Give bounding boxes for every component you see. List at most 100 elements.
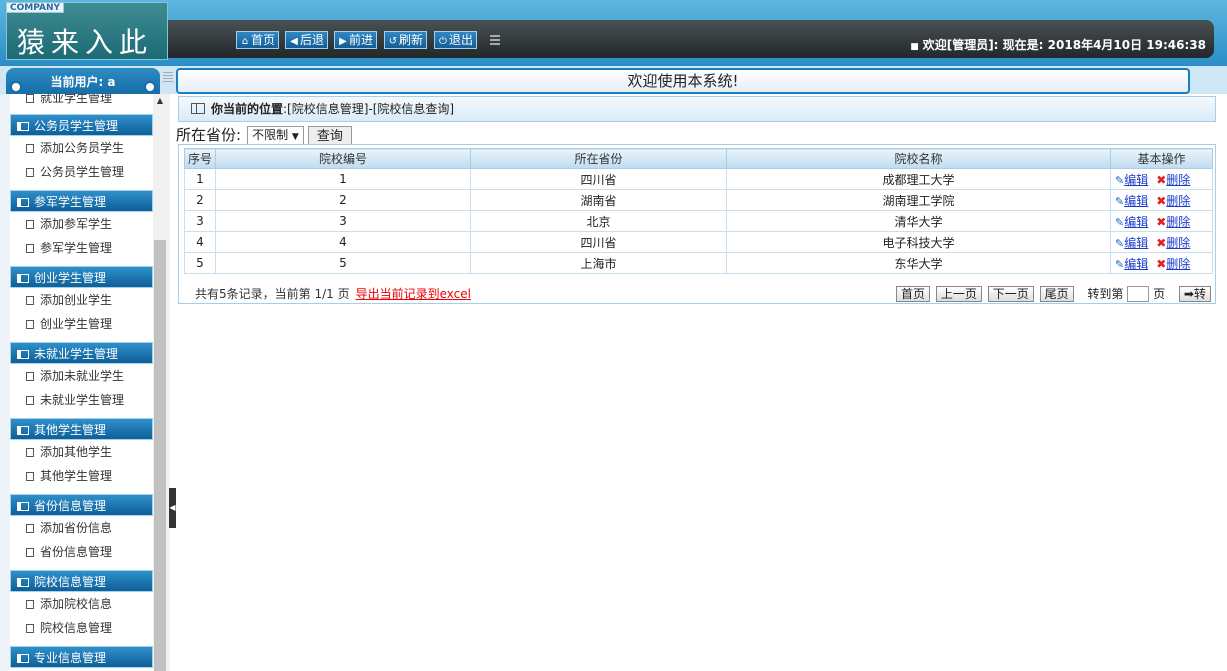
welcome-status: ■ 欢迎[管理员]: 现在是: 2018年4月10日 19:46:38 (910, 38, 1206, 52)
menu-group-province: 省份信息管理 添加省份信息 省份信息管理 (10, 494, 153, 564)
delete-x-icon: ✖ (1156, 172, 1167, 187)
row-actions: ✎编辑 ✖删除 (1110, 168, 1213, 190)
folder-icon (17, 274, 29, 283)
school-name: 清华大学 (726, 210, 1111, 232)
group-header[interactable]: 公务员学生管理 (10, 114, 153, 136)
knob-icon (144, 81, 156, 93)
sidebar-item[interactable]: 参军学生管理 (10, 236, 153, 260)
sidebar-item[interactable]: 添加公务员学生 (10, 136, 153, 160)
school-name: 东华大学 (726, 252, 1111, 274)
logo-text: 猿来入此 (17, 26, 154, 59)
pencil-icon: ✎ (1115, 215, 1125, 229)
group-header[interactable]: 创业学生管理 (10, 266, 153, 288)
column-header: 所在省份 (470, 148, 727, 169)
group-header[interactable]: 参军学生管理 (10, 190, 153, 212)
menu-group-civil-servant: 公务员学生管理 添加公务员学生 公务员学生管理 (10, 114, 153, 184)
row-actions: ✎编辑 ✖删除 (1110, 231, 1213, 253)
last-page-button[interactable]: 尾页 (1039, 286, 1074, 302)
next-page-button[interactable]: 下一页 (987, 286, 1034, 302)
province: 湖南省 (470, 189, 727, 211)
page-icon (26, 94, 34, 103)
sidebar-collapse-toggle[interactable]: ◀ (169, 488, 176, 528)
delete-x-icon: ✖ (1156, 214, 1167, 229)
edit-link[interactable]: 编辑 (1124, 194, 1148, 208)
edit-link[interactable]: 编辑 (1124, 173, 1148, 187)
row-index: 4 (184, 231, 216, 253)
province-select[interactable]: 不限制 ▼ (247, 126, 304, 145)
pencil-icon: ✎ (1115, 236, 1125, 250)
group-header[interactable]: 院校信息管理 (10, 570, 153, 592)
sidebar-item[interactable]: 省份信息管理 (10, 540, 153, 564)
column-header: 院校编号 (215, 148, 471, 169)
page-icon (26, 372, 34, 381)
menu-group-unemployed: 未就业学生管理 添加未就业学生 未就业学生管理 (10, 342, 153, 412)
delete-link[interactable]: 删除 (1166, 257, 1190, 271)
edit-link[interactable]: 编辑 (1124, 236, 1148, 250)
current-user-label: 当前用户: a (50, 75, 116, 89)
group-header[interactable]: 省份信息管理 (10, 494, 153, 516)
group-header[interactable]: 专业信息管理 (10, 646, 153, 668)
delete-x-icon: ✖ (1156, 256, 1167, 271)
province: 四川省 (470, 231, 727, 253)
back-arrow-icon: ◀ (290, 36, 298, 47)
nav-home-button[interactable]: ⌂ 首页 (236, 31, 280, 49)
current-datetime: 2018年4月10日 19:46:38 (1047, 38, 1206, 52)
delete-link[interactable]: 删除 (1166, 215, 1190, 229)
table-row: 2 2 湖南省 湖南理工学院 ✎编辑 ✖删除 (184, 189, 1213, 211)
table-row: 1 1 四川省 成都理工大学 ✎编辑 ✖删除 (184, 168, 1213, 190)
sidebar-item[interactable]: 添加院校信息 (10, 592, 153, 616)
sidebar-item[interactable]: 添加其他学生 (10, 440, 153, 464)
sidebar-item[interactable]: 添加未就业学生 (10, 364, 153, 388)
sidebar-item[interactable]: 未就业学生管理 (10, 388, 153, 412)
grip-icon (490, 35, 500, 45)
edit-link[interactable]: 编辑 (1124, 257, 1148, 271)
nav-back-button[interactable]: ◀ 后退 (285, 31, 329, 49)
nav-logout-button[interactable]: ⏻ 退出 (434, 31, 478, 49)
sidebar-item[interactable]: 公务员学生管理 (10, 160, 153, 184)
school-id: 2 (215, 189, 471, 211)
pencil-icon: ✎ (1115, 257, 1125, 271)
table-row: 4 4 四川省 电子科技大学 ✎编辑 ✖删除 (184, 231, 1213, 253)
delete-link[interactable]: 删除 (1166, 173, 1190, 187)
school-id: 5 (215, 252, 471, 274)
sidebar-item-employment-manage[interactable]: 就业学生管理 (10, 94, 112, 110)
company-badge: COMPANY (6, 2, 64, 13)
export-excel-link[interactable]: 导出当前记录到excel (356, 287, 471, 301)
scroll-up-icon[interactable]: ▲ (153, 94, 167, 108)
welcome-banner: 欢迎使用本系统! (176, 68, 1190, 94)
delete-link[interactable]: 删除 (1166, 236, 1190, 250)
nav-forward-button[interactable]: ▶ 前进 (334, 31, 378, 49)
nav-refresh-button[interactable]: ↺ 刷新 (384, 31, 428, 49)
prev-page-button[interactable]: 上一页 (935, 286, 982, 302)
page-icon (26, 548, 34, 557)
first-page-button[interactable]: 首页 (896, 286, 931, 302)
sidebar-item[interactable]: 添加省份信息 (10, 516, 153, 540)
page-number-input[interactable] (1127, 286, 1150, 302)
school-id: 3 (215, 210, 471, 232)
edit-link[interactable]: 编辑 (1124, 215, 1148, 229)
sidebar-item[interactable]: 院校信息管理 (10, 616, 153, 640)
sidebar-item[interactable]: 创业学生管理 (10, 312, 153, 336)
column-header: 序号 (184, 148, 216, 169)
breadcrumb: 你当前的位置:[院校信息管理]-[院校信息查询] (178, 96, 1216, 122)
goto-label: 转到第 (1087, 287, 1124, 301)
sidebar-item[interactable]: 其他学生管理 (10, 464, 153, 488)
sidebar-item[interactable]: 添加参军学生 (10, 212, 153, 236)
pagination: 首页 上一页 下一页 尾页 转到第 页 ➡转 (894, 285, 1211, 302)
row-actions: ✎编辑 ✖删除 (1110, 189, 1213, 211)
group-header[interactable]: 未就业学生管理 (10, 342, 153, 364)
sub-header: 当前用户: a 欢迎使用本系统! (0, 66, 1227, 94)
menu-group-startup: 创业学生管理 添加创业学生 创业学生管理 (10, 266, 153, 336)
record-summary: 共有5条记录，当前第 1/1 页导出当前记录到excel (195, 287, 471, 301)
knob-icon (10, 81, 22, 93)
grip-icon (163, 72, 173, 84)
group-header[interactable]: 其他学生管理 (10, 418, 153, 440)
sidebar-scrollbar[interactable]: ▲ (153, 94, 167, 671)
menu-group-school: 院校信息管理 添加院校信息 院校信息管理 (10, 570, 153, 640)
forward-arrow-icon: ▶ (339, 36, 347, 47)
sidebar: 就业学生管理 公务员学生管理 添加公务员学生 公务员学生管理 参军学生管理 添加… (0, 94, 170, 671)
delete-link[interactable]: 删除 (1166, 194, 1190, 208)
scrollbar-thumb[interactable] (154, 240, 166, 671)
go-button[interactable]: ➡转 (1178, 286, 1211, 302)
sidebar-item[interactable]: 添加创业学生 (10, 288, 153, 312)
